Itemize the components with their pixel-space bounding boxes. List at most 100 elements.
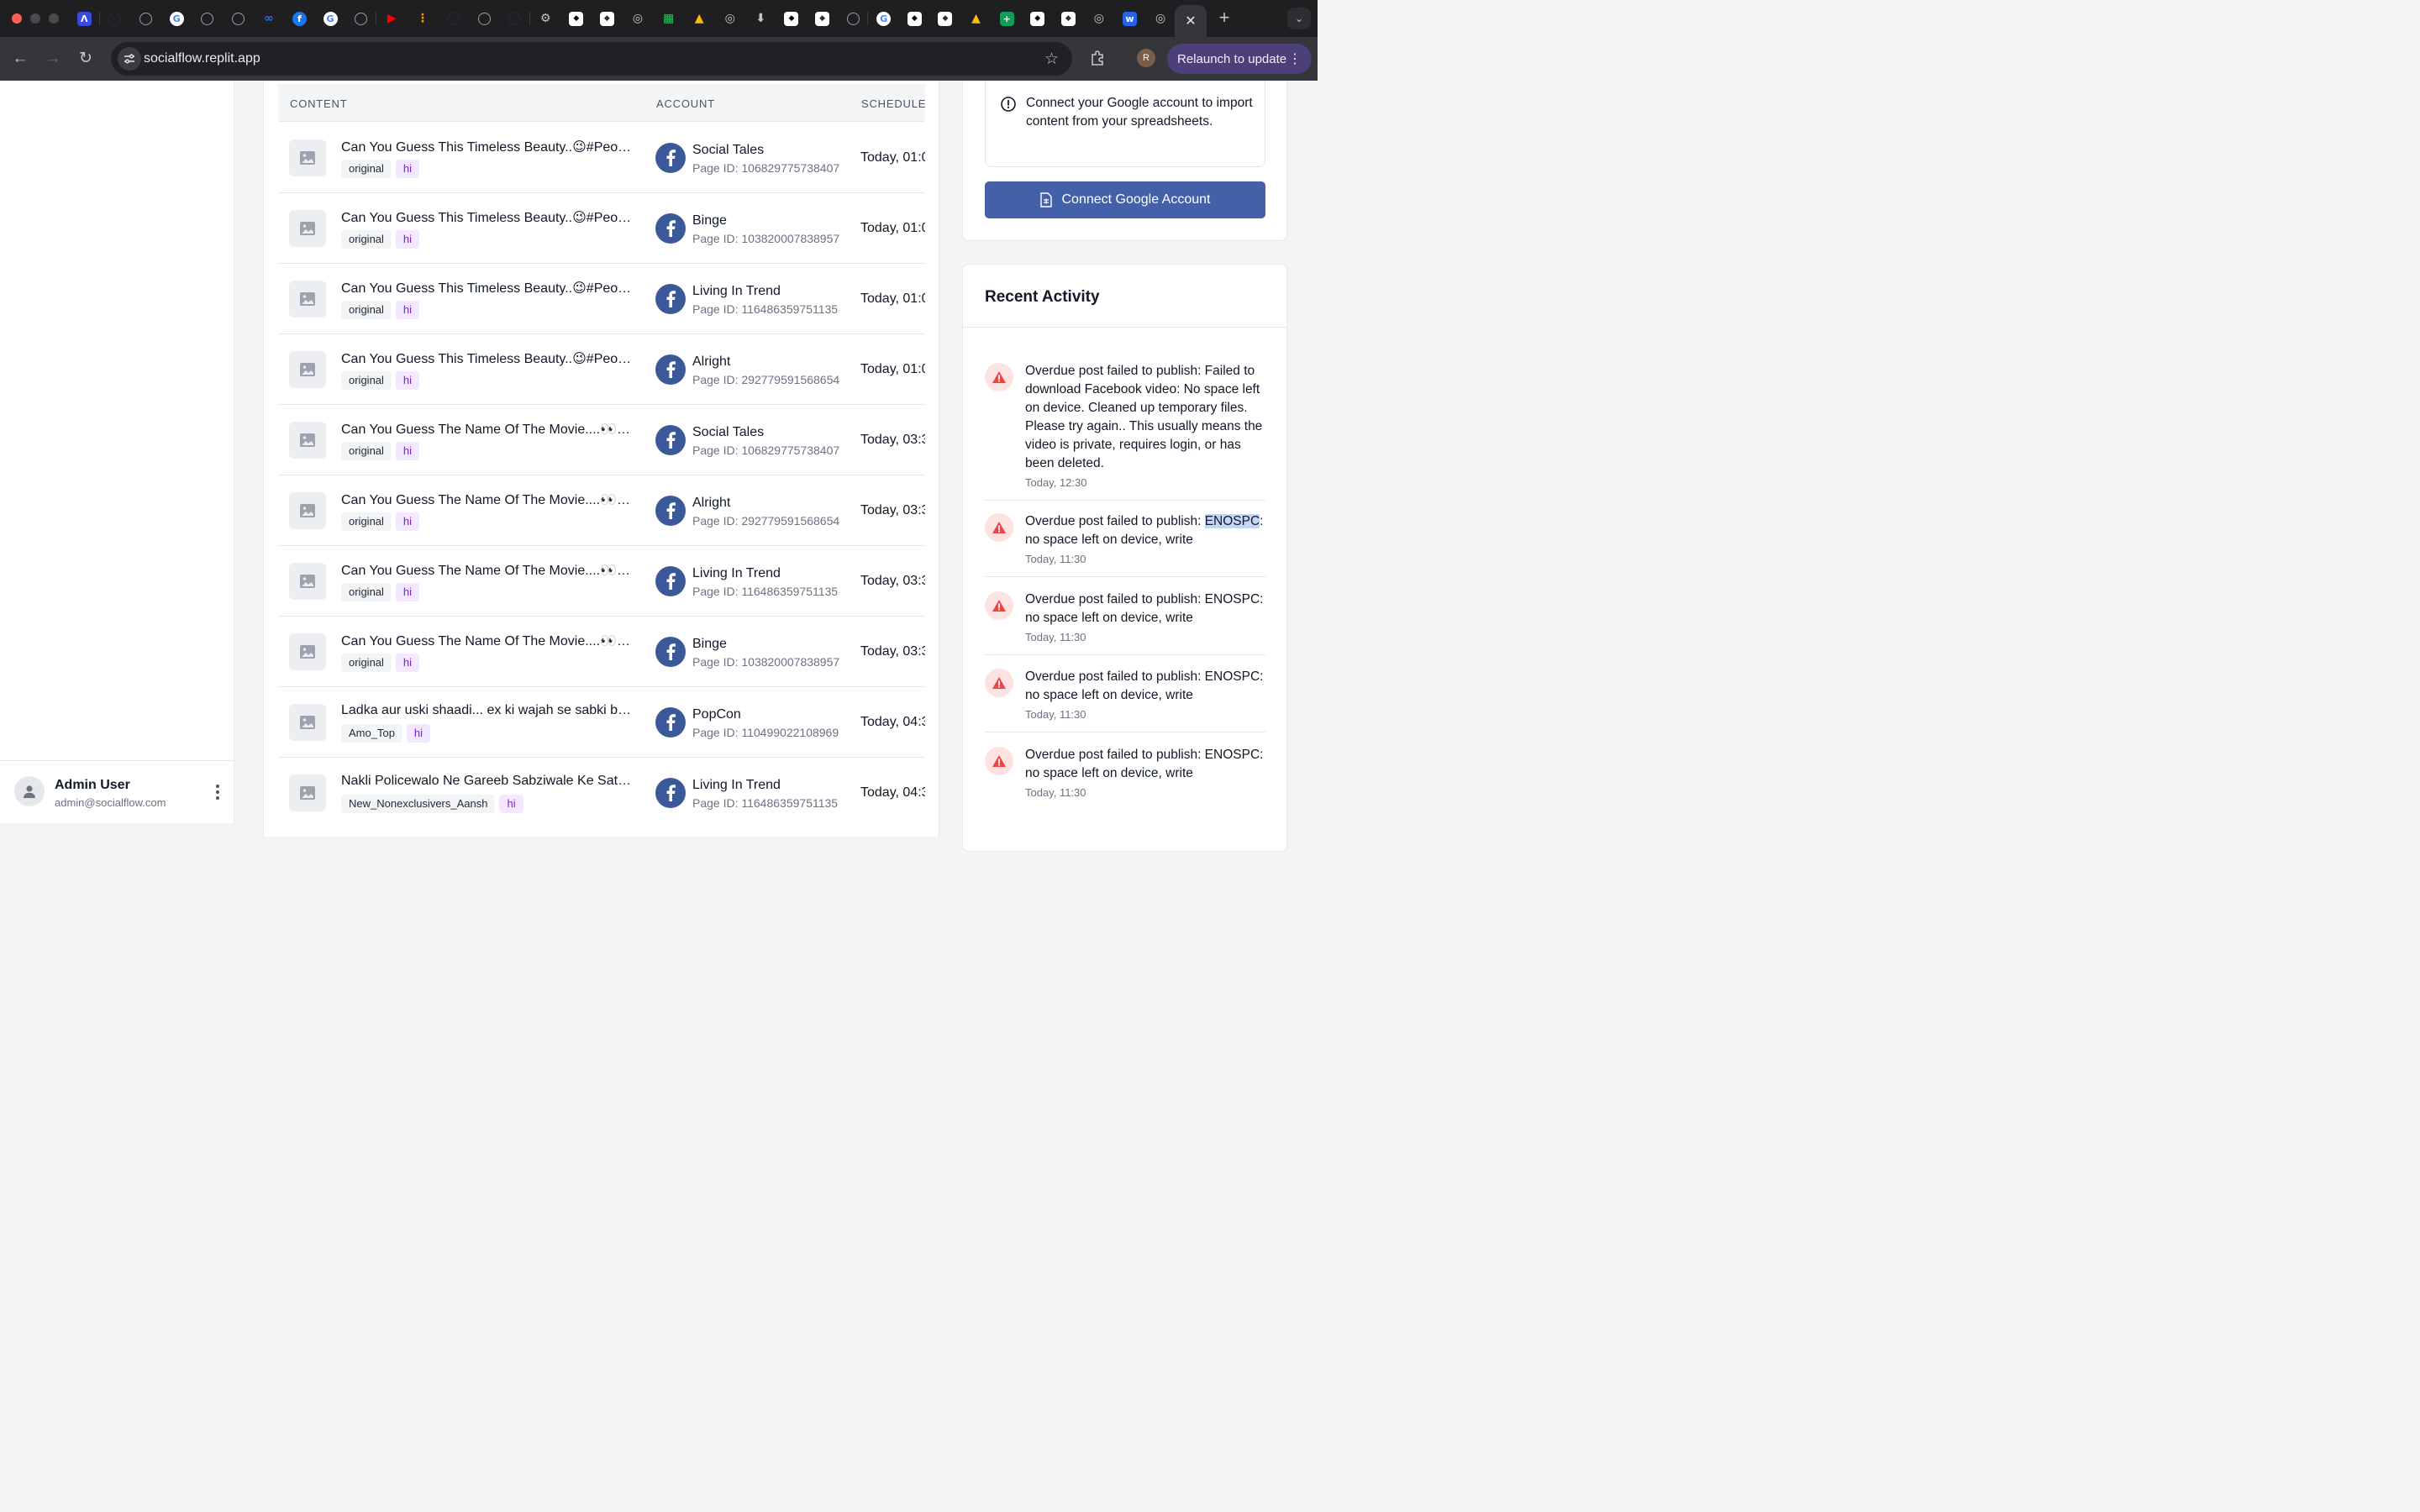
post-tags: original hi <box>341 160 420 178</box>
divider <box>963 327 1286 328</box>
account-name: Binge <box>692 637 727 651</box>
connect-google-account-button[interactable]: Connect Google Account <box>985 181 1265 218</box>
browser-tab[interactable]: ▶ <box>376 0 408 37</box>
browser-tab[interactable]: w <box>1114 0 1145 37</box>
browser-tab[interactable]: Λ <box>69 0 100 37</box>
browser-tab[interactable]: G <box>315 0 346 37</box>
forward-button[interactable]: → <box>44 50 62 68</box>
schedule-time: Today, 03:30 <box>860 433 925 447</box>
column-header-account[interactable]: ACCOUNT <box>656 97 715 110</box>
browser-tab[interactable] <box>499 0 530 37</box>
browser-tab[interactable]: ◎ <box>1145 0 1176 37</box>
browser-tab[interactable]: ◆ <box>592 0 623 37</box>
browser-tab[interactable]: ◎ <box>1084 0 1115 37</box>
tab-favicon-cube-icon: ◆ <box>784 11 799 26</box>
tab-favicon-clapper-icon: ▦ <box>662 12 675 25</box>
account-name: Living In Trend <box>692 778 781 792</box>
browser-tab[interactable] <box>438 0 469 37</box>
relaunch-to-update-button[interactable]: Relaunch to update ⋮ <box>1167 44 1312 74</box>
browser-tab[interactable]: ▦ <box>653 0 684 37</box>
browser-tab[interactable] <box>345 0 376 37</box>
browser-tab[interactable]: + <box>992 0 1023 37</box>
browser-tab[interactable]: ◆ <box>776 0 808 37</box>
scheduled-posts-card: CONTENT ACCOUNT SCHEDULE Can You Guess T… <box>263 81 939 837</box>
info-circle-icon <box>1001 97 1016 112</box>
table-row[interactable]: Can You Guess This Timeless Beauty..😉#Pe… <box>278 123 925 193</box>
post-title[interactable]: Nakli Policewalo Ne Gareeb Sabziwale Ke … <box>341 774 635 789</box>
address-bar[interactable]: socialflow.replit.app ☆ <box>111 42 1072 76</box>
browser-tab[interactable]: ◆ <box>930 0 961 37</box>
tab-favicon-2-icon <box>508 12 522 25</box>
post-title[interactable]: Can You Guess This Timeless Beauty..😉#Pe… <box>341 139 635 155</box>
post-title[interactable]: Can You Guess This Timeless Beauty..😉#Pe… <box>341 280 635 297</box>
window-minimize-button[interactable] <box>30 13 40 24</box>
table-row[interactable]: Can You Guess This Timeless Beauty..😉#Pe… <box>278 193 925 264</box>
browser-tab[interactable] <box>130 0 161 37</box>
table-row[interactable]: Can You Guess The Name Of The Movie....👀… <box>278 475 925 546</box>
profile-avatar[interactable]: R <box>1137 49 1155 67</box>
window-close-button[interactable] <box>12 13 22 24</box>
tab-search-button[interactable]: ⌄ <box>1287 8 1311 29</box>
reload-button[interactable]: ↻ <box>76 50 95 68</box>
table-row[interactable]: Can You Guess This Timeless Beauty..😉#Pe… <box>278 334 925 405</box>
url-text[interactable]: socialflow.replit.app <box>144 51 260 66</box>
table-row[interactable]: Can You Guess This Timeless Beauty..😉#Pe… <box>278 264 925 334</box>
browser-tab[interactable]: ◆ <box>1022 0 1053 37</box>
browser-tab[interactable] <box>838 0 869 37</box>
new-tab-button[interactable]: + <box>1215 8 1234 27</box>
post-tags: original hi <box>341 230 420 249</box>
browser-tab[interactable] <box>192 0 223 37</box>
tab-favicon-drive-icon: ▲ <box>971 12 981 25</box>
browser-tab[interactable]: ◆ <box>561 0 592 37</box>
close-tab-icon[interactable]: ✕ <box>1185 13 1196 29</box>
browser-tab[interactable]: ◎ <box>714 0 745 37</box>
browser-tab[interactable]: ⬇ <box>745 0 776 37</box>
schedule-time: Today, 03:30 <box>860 503 925 517</box>
browser-tab[interactable]: ◆ <box>807 0 838 37</box>
post-title[interactable]: Can You Guess This Timeless Beauty..😉#Pe… <box>341 350 635 367</box>
post-title[interactable]: Can You Guess The Name Of The Movie....👀… <box>341 491 635 508</box>
browser-tab[interactable]: ⋮ <box>408 0 439 37</box>
browser-tab[interactable]: f <box>284 0 315 37</box>
browser-tab[interactable]: ◎ <box>623 0 654 37</box>
browser-menu-icon[interactable]: ⋮ <box>1288 50 1302 67</box>
site-info-icon[interactable] <box>118 47 141 71</box>
recent-activity-card: Recent Activity Overdue post failed to p… <box>962 264 1287 852</box>
table-row[interactable]: Nakli Policewalo Ne Gareeb Sabziwale Ke … <box>278 758 925 823</box>
active-tab[interactable]: ✕ <box>1175 5 1207 37</box>
browser-tab[interactable] <box>469 0 500 37</box>
post-tags: original hi <box>341 301 420 319</box>
browser-tab[interactable]: ⚙ <box>530 0 561 37</box>
browser-tab[interactable] <box>223 0 254 37</box>
table-row[interactable]: Can You Guess The Name Of The Movie....👀… <box>278 546 925 617</box>
table-row[interactable]: Can You Guess The Name Of The Movie....👀… <box>278 405 925 475</box>
activity-message-text: Overdue post failed to publish: ENOSPC: … <box>1025 592 1264 625</box>
post-tags: Amo_Top hi <box>341 724 431 743</box>
window-zoom-button[interactable] <box>49 13 59 24</box>
browser-tab[interactable]: ▲ <box>684 0 715 37</box>
browser-tab[interactable]: ◆ <box>1053 0 1084 37</box>
post-title[interactable]: Ladka aur uski shaadi... ex ki wajah se … <box>341 703 635 718</box>
browser-tab[interactable] <box>100 0 131 37</box>
table-row[interactable]: Ladka aur uski shaadi... ex ki wajah se … <box>278 687 925 758</box>
back-button[interactable]: ← <box>11 50 29 68</box>
post-title[interactable]: Can You Guess The Name Of The Movie....👀… <box>341 421 635 438</box>
account-name: Social Tales <box>692 143 765 157</box>
browser-tab[interactable]: ∞ <box>254 0 285 37</box>
browser-tab[interactable]: ▲ <box>960 0 992 37</box>
post-title[interactable]: Can You Guess The Name Of The Movie....👀… <box>341 633 635 649</box>
browser-tab[interactable]: G <box>161 0 192 37</box>
user-menu-icon[interactable] <box>212 783 224 801</box>
post-title[interactable]: Can You Guess The Name Of The Movie....👀… <box>341 562 635 579</box>
warning-triangle-icon <box>985 363 1013 391</box>
facebook-icon <box>655 496 686 526</box>
table-row[interactable]: Can You Guess The Name Of The Movie....👀… <box>278 617 925 687</box>
post-title[interactable]: Can You Guess This Timeless Beauty..😉#Pe… <box>341 209 635 226</box>
column-header-content[interactable]: CONTENT <box>290 97 347 110</box>
browser-tab[interactable]: ◆ <box>899 0 930 37</box>
extensions-icon[interactable] <box>1089 50 1106 66</box>
column-header-schedule[interactable]: SCHEDULE <box>861 97 925 110</box>
facebook-icon <box>655 354 686 385</box>
browser-tab[interactable]: G <box>868 0 899 37</box>
bookmark-star-icon[interactable]: ☆ <box>1044 50 1059 69</box>
